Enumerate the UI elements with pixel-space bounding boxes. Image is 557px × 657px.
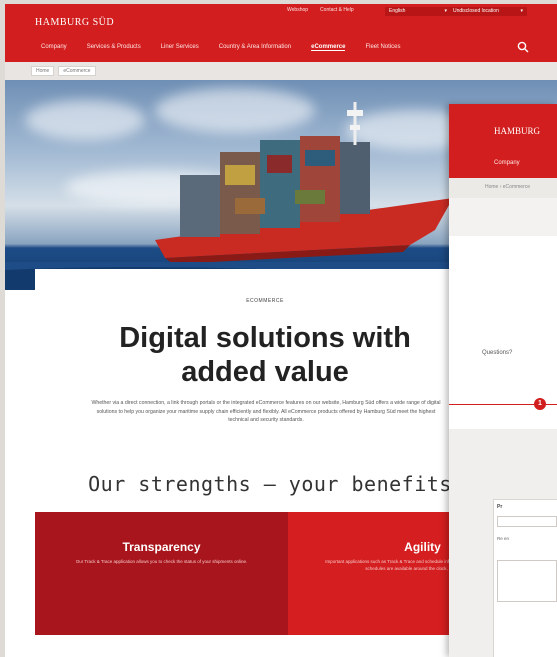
tile-text: Our Track & Trace application allows you… bbox=[75, 559, 248, 564]
nav-services-products[interactable]: Services & Products bbox=[87, 44, 141, 51]
page-title: Digital solutions with added value bbox=[35, 321, 495, 389]
form-textarea[interactable] bbox=[497, 560, 557, 602]
overlay-logo[interactable]: HAMBURG bbox=[494, 126, 540, 136]
overlay-banner bbox=[449, 198, 557, 236]
language-select-value: English bbox=[389, 8, 406, 14]
language-select[interactable]: English ▾ bbox=[385, 7, 451, 16]
overlay-questions-text: Questions? bbox=[482, 350, 513, 356]
logo-text: HAMBURG SÜD bbox=[35, 17, 115, 28]
main-navigation: Company Services & Products Liner Servic… bbox=[41, 44, 400, 51]
overlay-breadcrumb-text[interactable]: Home › eCommerce bbox=[485, 184, 530, 190]
section-eyebrow: ECOMMERCE bbox=[246, 298, 284, 304]
nav-fleet-notices[interactable]: Fleet Notices bbox=[365, 44, 400, 51]
overlay-nav-company[interactable]: Company bbox=[494, 160, 520, 166]
chevron-down-icon: ▾ bbox=[444, 8, 447, 14]
nav-liner-services[interactable]: Liner Services bbox=[161, 44, 199, 51]
overlapping-page-screenshot: HAMBURG Company Home › eCommerce Questio… bbox=[449, 104, 557, 657]
overlay-header: HAMBURG Company bbox=[449, 104, 557, 178]
form-input[interactable] bbox=[497, 516, 557, 527]
breadcrumb: Home eCommerce bbox=[5, 62, 557, 80]
search-icon[interactable] bbox=[517, 41, 529, 53]
site-header: HAMBURG SÜD Webshop Contact & Help Engli… bbox=[5, 4, 557, 62]
benefit-tile-transparency[interactable]: Transparency Our Track & Trace applicati… bbox=[35, 512, 288, 635]
nav-ecommerce[interactable]: eCommerce bbox=[311, 44, 346, 51]
intro-paragraph: Whether via a direct connection, a link … bbox=[91, 400, 441, 423]
overlay-breadcrumb: Home › eCommerce bbox=[449, 178, 557, 198]
strengths-heading: Our strengths – your benefits bbox=[88, 472, 452, 496]
form-text: Re en bbox=[497, 536, 510, 541]
utility-links: Webshop Contact & Help bbox=[287, 7, 354, 13]
breadcrumb-home[interactable]: Home bbox=[31, 66, 55, 76]
page-title-line2: added value bbox=[181, 356, 349, 388]
hamburg-sud-logo[interactable]: HAMBURG SÜD bbox=[35, 17, 114, 28]
webshop-link[interactable]: Webshop bbox=[287, 7, 308, 13]
contact-help-link[interactable]: Contact & Help bbox=[320, 7, 354, 13]
nav-country-area[interactable]: Country & Area Information bbox=[219, 44, 291, 51]
nav-company[interactable]: Company bbox=[41, 44, 67, 51]
form-label: Pr bbox=[497, 504, 503, 510]
location-select-value: Undisclosed location bbox=[453, 8, 499, 14]
location-select[interactable]: Undisclosed location ▾ bbox=[449, 7, 527, 16]
page-title-line1: Digital solutions with bbox=[119, 322, 411, 354]
tile-title: Transparency bbox=[122, 540, 201, 554]
breadcrumb-ecommerce[interactable]: eCommerce bbox=[58, 66, 96, 76]
chevron-down-icon: ▾ bbox=[520, 8, 523, 14]
step-indicator[interactable]: 1 bbox=[534, 398, 546, 410]
overlay-form: Pr Re en bbox=[493, 499, 557, 657]
